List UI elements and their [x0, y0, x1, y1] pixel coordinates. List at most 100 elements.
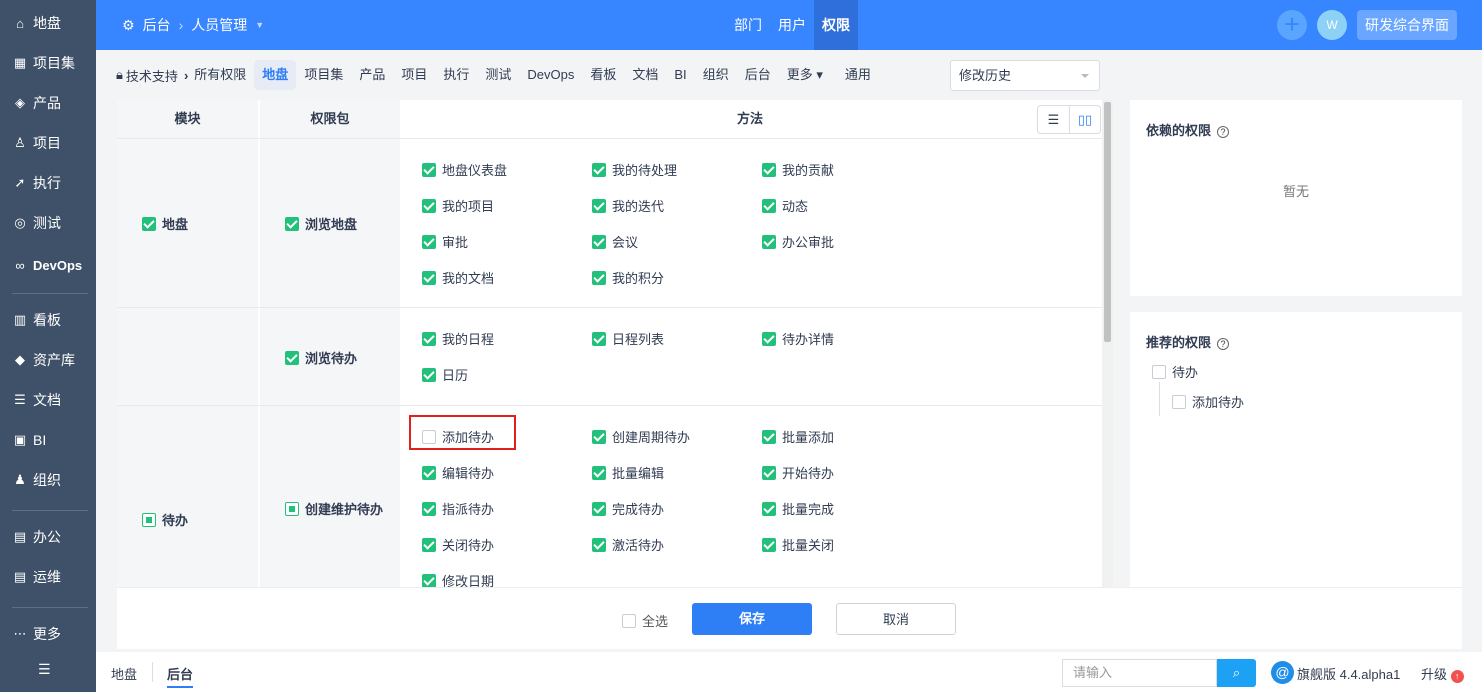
method-item[interactable]: 激活待办 [592, 535, 664, 554]
method-item[interactable]: 开始待办 [762, 463, 834, 482]
checkbox[interactable] [422, 332, 436, 346]
method-item[interactable]: 我的项目 [422, 196, 494, 215]
checkbox[interactable] [422, 199, 436, 213]
checkbox[interactable] [285, 351, 299, 365]
bottom-tab-admin[interactable]: 后台 [167, 664, 194, 688]
nav-all[interactable]: 所有权限 [194, 60, 254, 90]
help-icon[interactable]: ? [1217, 126, 1230, 138]
sidebar-item-DevOps[interactable]: ∞ DevOps [12, 253, 82, 277]
checkbox[interactable] [592, 502, 606, 516]
sidebar-item-文档[interactable]: ☰ 文档 [12, 388, 61, 412]
nav-BI[interactable]: BI [666, 60, 694, 90]
checkbox[interactable] [592, 235, 606, 249]
recommend-child[interactable]: 添加待办 [1172, 392, 1244, 411]
sidebar-item-资产库[interactable]: ◆ 资产库 [12, 348, 75, 372]
nav-项目[interactable]: 项目 [393, 60, 435, 90]
nav-组织[interactable]: 组织 [695, 60, 737, 90]
method-item[interactable]: 我的贡献 [762, 160, 834, 179]
nav-执行[interactable]: 执行 [435, 60, 477, 90]
history-select[interactable]: 修改历史 [950, 60, 1100, 91]
checkbox[interactable] [422, 368, 436, 382]
switch-view-button[interactable]: 研发综合界面 [1357, 10, 1457, 40]
nav-通用[interactable]: 通用 [837, 60, 879, 90]
package-item[interactable]: 创建维护待办 [285, 499, 383, 518]
method-item[interactable]: 我的待处理 [592, 160, 677, 179]
method-item[interactable]: 我的迭代 [592, 196, 664, 215]
method-item[interactable]: 编辑待办 [422, 463, 494, 482]
package-item[interactable]: 浏览地盘 [285, 214, 357, 233]
nav-文档[interactable]: 文档 [624, 60, 666, 90]
checkbox[interactable] [422, 163, 436, 177]
nav-后台[interactable]: 后台 [737, 60, 779, 90]
checkbox[interactable] [592, 332, 606, 346]
nav-项目集[interactable]: 项目集 [296, 60, 351, 90]
tab-user[interactable]: 用户 [770, 0, 814, 50]
sidebar-item-执行[interactable]: ➚ 执行 [12, 171, 61, 195]
scrollbar[interactable] [1102, 100, 1113, 587]
checkbox[interactable] [592, 199, 606, 213]
checkbox[interactable] [762, 430, 776, 444]
select-all[interactable]: 全选 [622, 611, 668, 630]
tab-permission[interactable]: 权限 [814, 0, 858, 50]
module-item[interactable]: 地盘 [142, 214, 188, 233]
method-item[interactable]: 日程列表 [592, 329, 664, 348]
recommend-parent[interactable]: 待办 [1152, 362, 1198, 381]
method-item[interactable]: 完成待办 [592, 499, 664, 518]
sidebar-item-项目[interactable]: ♙ 项目 [12, 131, 61, 155]
nav-产品[interactable]: 产品 [351, 60, 393, 90]
checkbox[interactable] [422, 271, 436, 285]
checkbox[interactable] [142, 217, 156, 231]
checkbox[interactable] [422, 502, 436, 516]
method-item[interactable]: 会议 [592, 232, 638, 251]
sidebar-item-项目集[interactable]: ▦ 项目集 [12, 51, 75, 75]
method-item[interactable]: 我的积分 [592, 268, 664, 287]
sidebar-item-测试[interactable]: ◎ 测试 [12, 211, 61, 235]
checkbox[interactable] [592, 430, 606, 444]
checkbox[interactable] [592, 466, 606, 480]
menu-toggle-icon[interactable]: ☰ [38, 657, 51, 681]
avatar[interactable]: W [1317, 10, 1347, 40]
checkbox[interactable] [762, 538, 776, 552]
tab-dept[interactable]: 部门 [726, 0, 770, 50]
nav-地盘[interactable]: 地盘 [254, 60, 297, 90]
checkbox[interactable] [592, 163, 606, 177]
method-item[interactable]: 关闭待办 [422, 535, 494, 554]
nav-看板[interactable]: 看板 [582, 60, 624, 90]
sidebar-item-办公[interactable]: ▤ 办公 [12, 525, 61, 549]
plus-icon[interactable]: + [1277, 10, 1307, 40]
checkbox[interactable] [422, 235, 436, 249]
sidebar-item-地盘[interactable]: ⌂ 地盘 [12, 11, 61, 35]
cancel-button[interactable]: 取消 [836, 603, 956, 635]
checkbox[interactable] [762, 332, 776, 346]
list-view-icon[interactable]: ☰ [1038, 106, 1069, 133]
checkbox[interactable] [762, 163, 776, 177]
upgrade-link[interactable]: 升级 ↑ [1421, 664, 1464, 683]
group-name[interactable]: 技术支持 [126, 66, 178, 85]
nav-更多[interactable]: 更多 ▾ [779, 60, 831, 90]
sidebar-item-更多[interactable]: ⋯ 更多 [12, 622, 62, 646]
package-item[interactable]: 浏览待办 [285, 348, 357, 367]
method-item[interactable]: 指派待办 [422, 499, 494, 518]
checkbox[interactable] [592, 538, 606, 552]
method-item[interactable]: 动态 [762, 196, 808, 215]
method-item[interactable]: 批量关闭 [762, 535, 834, 554]
method-item[interactable]: 地盘仪表盘 [422, 160, 507, 179]
method-item[interactable]: 待办详情 [762, 329, 834, 348]
module-item[interactable]: 待办 [142, 510, 188, 529]
nav-DevOps[interactable]: DevOps [519, 60, 582, 90]
checkbox[interactable] [422, 466, 436, 480]
crumb-current[interactable]: 人员管理 [191, 15, 247, 35]
checkbox[interactable] [762, 466, 776, 480]
checkbox[interactable] [622, 614, 636, 628]
bottom-tab-home[interactable]: 地盘 [111, 664, 137, 683]
sidebar-item-BI[interactable]: ▣ BI [12, 428, 46, 452]
checkbox[interactable] [422, 538, 436, 552]
method-item[interactable]: 日历 [422, 365, 468, 384]
method-item[interactable]: 添加待办 [422, 427, 494, 446]
search-input[interactable]: 请输入 [1062, 659, 1217, 687]
save-button[interactable]: 保存 [692, 603, 812, 635]
checkbox[interactable] [142, 513, 156, 527]
checkbox[interactable] [1172, 395, 1186, 409]
method-item[interactable]: 办公审批 [762, 232, 834, 251]
method-item[interactable]: 创建周期待办 [592, 427, 690, 446]
